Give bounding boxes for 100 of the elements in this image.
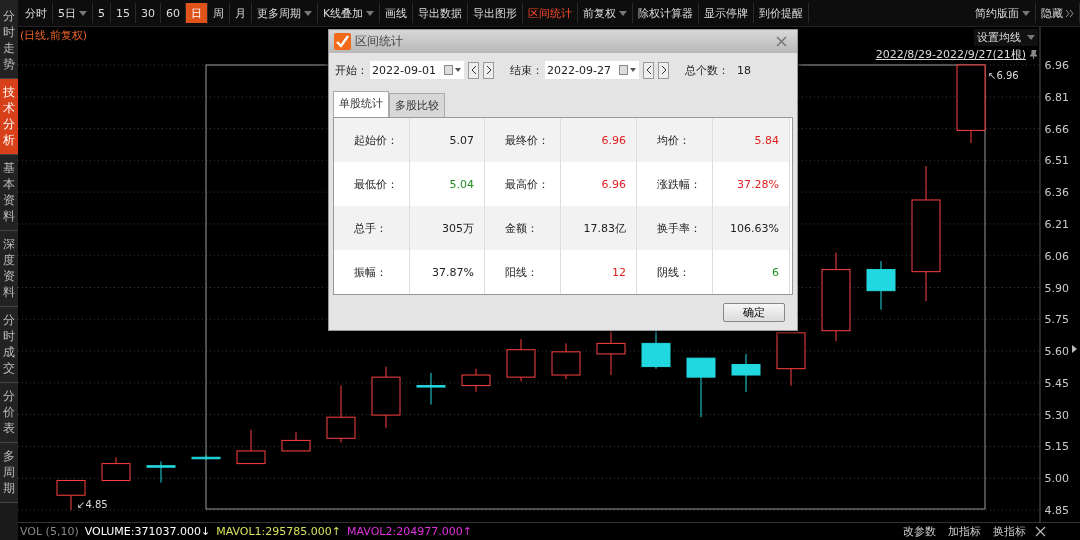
tab[interactable]: 多股比较 xyxy=(389,93,445,117)
ok-button[interactable]: 确定 xyxy=(723,303,785,322)
axis-tick-label: 6.06 xyxy=(1044,249,1069,263)
toolbar-button[interactable]: 画线 xyxy=(380,3,414,23)
toolbar-button[interactable]: 月 xyxy=(230,3,252,23)
candlestick xyxy=(236,429,266,465)
right-chevron-icon xyxy=(485,66,492,74)
axis-tick-label: 6.36 xyxy=(1044,186,1069,200)
count-label: 总个数： xyxy=(685,62,729,78)
previous-button[interactable] xyxy=(468,61,479,79)
side-tab[interactable]: 深度资料 xyxy=(0,231,18,307)
pointer-icon xyxy=(1072,345,1077,353)
indicator-action[interactable]: 加指标 xyxy=(945,524,984,539)
toolbar-button[interactable]: 除权计算器 xyxy=(633,3,700,23)
candlestick xyxy=(596,330,626,376)
table-cell: 17.83亿 xyxy=(561,206,637,250)
end-date-field[interactable]: 2022-09-27 xyxy=(545,61,639,79)
table-cell: 均价： xyxy=(637,118,713,162)
toolbar-button[interactable]: 显示停牌 xyxy=(699,3,755,23)
side-tab[interactable]: 多周期 xyxy=(0,443,18,503)
candlestick xyxy=(326,385,356,443)
toolbar-button[interactable]: 隐藏 xyxy=(1036,3,1080,23)
candlestick xyxy=(101,456,131,481)
toolbar-button[interactable]: K线叠加 xyxy=(318,3,381,23)
tab[interactable]: 单股统计 xyxy=(333,91,389,117)
next-button[interactable] xyxy=(483,61,494,79)
candlestick xyxy=(146,461,176,484)
chart-mode-label: (日线,前复权) xyxy=(20,28,88,43)
candlestick xyxy=(686,357,716,418)
axis-tick-label: 6.81 xyxy=(1044,90,1069,104)
candlestick xyxy=(371,366,401,429)
toolbar-button[interactable]: 5日 xyxy=(53,3,93,23)
side-tab[interactable]: 分时走势 xyxy=(0,0,18,79)
axis-tick-label: 4.85 xyxy=(1044,504,1069,517)
table-cell: 起始价： xyxy=(334,118,410,162)
toolbar-button[interactable]: 区间统计 xyxy=(523,3,579,23)
toolbar-button[interactable]: 简约版面 xyxy=(970,3,1036,23)
toolbar-button[interactable]: 分时 xyxy=(20,3,53,23)
table-cell: 5.07 xyxy=(410,118,485,162)
toolbar-button[interactable]: 到价提醒 xyxy=(754,3,810,23)
side-tab[interactable]: 分时成交 xyxy=(0,307,18,383)
table-cell: 305万 xyxy=(410,206,485,250)
calendar-icon xyxy=(619,65,637,75)
pin-icon xyxy=(1029,50,1038,59)
side-tab[interactable]: 技术分析 xyxy=(0,79,18,155)
axis-tick-label: 5.45 xyxy=(1044,376,1069,390)
axis-tick-label: 6.66 xyxy=(1044,122,1069,136)
axis-tick-label: 5.00 xyxy=(1044,472,1069,486)
axis-tick-label: 5.30 xyxy=(1044,408,1069,422)
start-date-field[interactable]: 2022-09-01 xyxy=(370,61,464,79)
toolbar-button[interactable]: 30 xyxy=(136,3,161,23)
table-cell: 最终价： xyxy=(485,118,561,162)
previous-button[interactable] xyxy=(643,61,654,79)
range-link[interactable]: 2022/8/29-2022/9/27(21根) xyxy=(875,47,1026,62)
candlestick xyxy=(191,454,221,460)
toolbar-button[interactable]: 更多周期 xyxy=(252,3,318,23)
side-tab[interactable]: 分价表 xyxy=(0,383,18,443)
caret-icon xyxy=(1027,35,1035,40)
price-marker: ↙4.85 xyxy=(77,499,108,510)
toolbar-button[interactable]: 前复权 xyxy=(578,3,634,23)
toolbar-button[interactable]: 日 xyxy=(186,3,208,23)
indicator-value: MAVOL2:204977.000↑ xyxy=(347,525,472,538)
candlestick xyxy=(281,431,311,452)
chevron-icon xyxy=(1066,9,1074,17)
next-button[interactable] xyxy=(658,61,669,79)
toolbar-button[interactable]: 15 xyxy=(111,3,136,23)
side-tab[interactable]: 基本资料 xyxy=(0,155,18,231)
axis-tick-label: 5.90 xyxy=(1044,281,1069,295)
indicator-action[interactable]: 换指标 xyxy=(990,524,1029,539)
axis-tick-label: 6.96 xyxy=(1044,59,1069,72)
dialog-title: 区间统计 xyxy=(355,33,403,50)
axis-tick-label: 5.60 xyxy=(1044,345,1069,359)
toolbar-button[interactable]: 5 xyxy=(93,3,111,23)
end-label: 结束： xyxy=(510,62,543,78)
check-icon xyxy=(334,33,351,50)
candlestick xyxy=(641,330,671,370)
candlestick xyxy=(551,342,581,380)
candlestick xyxy=(776,332,806,387)
toolbar-button[interactable]: 周 xyxy=(208,3,230,23)
axis-tick-label: 5.15 xyxy=(1044,440,1069,454)
candlestick xyxy=(461,368,491,393)
calendar-icon xyxy=(444,65,462,75)
axis-tick-label: 6.51 xyxy=(1044,154,1069,168)
close-icon[interactable] xyxy=(1035,526,1046,537)
table-cell: 106.63% xyxy=(713,206,790,250)
table-cell: 6.96 xyxy=(561,118,637,162)
toolbar-button[interactable]: 导出图形 xyxy=(468,3,524,23)
axis-tick-label: 6.21 xyxy=(1044,217,1069,231)
right-chevron-icon xyxy=(660,66,667,74)
toolbar-button[interactable]: 导出数据 xyxy=(413,3,469,23)
indicator-value: MAVOL1:295785.000↑ xyxy=(216,525,341,538)
table-cell: 换手率： xyxy=(637,206,713,250)
ma-settings-button[interactable]: 设置均线 xyxy=(974,29,1038,46)
indicator-name: VOL (5,10) xyxy=(20,525,79,538)
table-cell: 总手： xyxy=(334,206,410,250)
count-value: 18 xyxy=(737,63,751,77)
table-cell: 5.84 xyxy=(713,118,790,162)
left-chevron-icon xyxy=(470,66,477,74)
indicator-action[interactable]: 改参数 xyxy=(900,524,939,539)
candlestick xyxy=(506,338,536,382)
